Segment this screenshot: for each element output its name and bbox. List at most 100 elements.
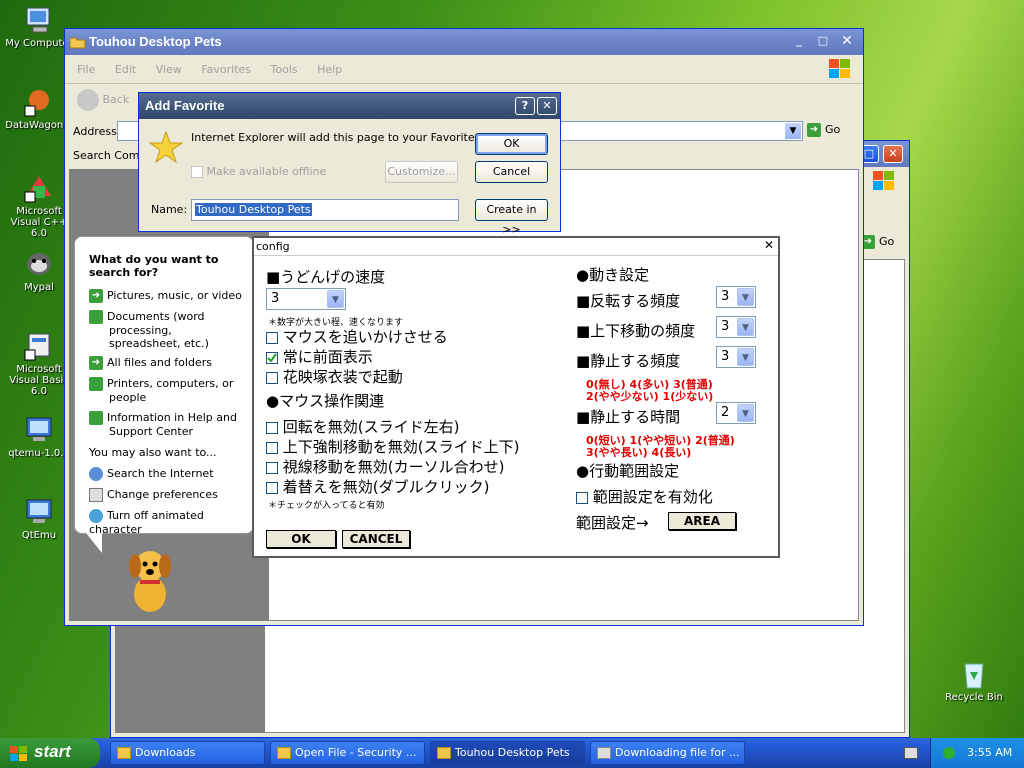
keyboard-icon[interactable]: [904, 747, 918, 759]
customize-button[interactable]: Customize...: [385, 161, 458, 183]
flip-freq-select[interactable]: 3 ▼: [716, 286, 756, 308]
clock[interactable]: 3:55 AM: [967, 746, 1012, 759]
config-window[interactable]: config ✕ ■うどんげの速度 3 ▼ ＊数字が大きい程、速くなります マウス…: [252, 236, 780, 558]
stop-time-select[interactable]: 2 ▼: [716, 402, 756, 424]
menu-favorites[interactable]: Favorites: [201, 63, 251, 76]
checkbox-icon[interactable]: [266, 461, 278, 474]
network-icon[interactable]: [941, 746, 957, 763]
back-button[interactable]: Back: [77, 89, 129, 111]
menu-help[interactable]: Help: [317, 63, 342, 76]
range-settings-heading: ●行動範囲設定: [576, 462, 680, 480]
area-button[interactable]: AREA: [668, 512, 736, 530]
menu-file[interactable]: File: [77, 63, 95, 76]
disable-dress-option[interactable]: 着替えを無効(ダブルクリック): [266, 476, 490, 497]
checkbox-icon[interactable]: [266, 371, 278, 384]
add-favorite-dialog[interactable]: Add Favorite ? ✕ Internet Explorer will …: [138, 92, 561, 236]
back-arrow-icon: [77, 89, 99, 111]
search-option-help[interactable]: ➜ Information in Help and Support Center: [82, 411, 239, 438]
start-button[interactable]: start: [0, 738, 100, 768]
checkbox-checked-icon[interactable]: [266, 351, 278, 364]
config-titlebar[interactable]: config ✕: [254, 238, 778, 256]
checkbox-icon: [191, 166, 203, 178]
visual-cpp-icon: [23, 172, 55, 204]
go-button[interactable]: ➜ Go: [807, 123, 840, 137]
explorer-title: Touhou Desktop Pets: [89, 34, 222, 49]
search-internet-link[interactable]: Search the Internet: [89, 467, 214, 481]
stop-freq-label: ■静止する頻度: [576, 352, 681, 370]
checkbox-icon[interactable]: [576, 491, 588, 504]
range-label: 範囲設定→: [576, 514, 649, 532]
search-option-printers[interactable]: ➜ Printers, computers, or people: [82, 377, 239, 404]
turn-off-character-link[interactable]: Turn off animated character: [89, 509, 253, 536]
search-option-pictures[interactable]: ➜ Pictures, music, or video: [89, 289, 242, 303]
maximize-button[interactable]: □: [813, 33, 833, 51]
my-computer-icon: [23, 4, 55, 36]
create-in-button[interactable]: Create in >>: [475, 199, 548, 236]
name-input[interactable]: Touhou Desktop Pets: [191, 199, 459, 221]
disable-rotate-option[interactable]: 回転を無効(スライド左右): [266, 416, 460, 437]
search-dog-icon[interactable]: [120, 546, 180, 617]
folder-icon: [277, 747, 291, 759]
explorer-titlebar[interactable]: Touhou Desktop Pets _ □ ✕: [65, 29, 863, 55]
chevron-down-icon[interactable]: ▼: [785, 123, 801, 139]
qtemu-icon: [23, 496, 55, 528]
disable-updown-option[interactable]: 上下強制移動を無効(スライド上下): [266, 436, 520, 457]
checkbox-icon[interactable]: [266, 441, 278, 454]
close-button[interactable]: ✕: [537, 97, 557, 115]
chevron-down-icon: ▼: [737, 404, 754, 422]
go-button[interactable]: ➜ Go: [861, 235, 894, 249]
folder-icon: [69, 35, 86, 53]
make-offline-checkbox[interactable]: Make available offline: [191, 165, 326, 178]
minimize-button[interactable]: _: [789, 33, 809, 51]
checkbox-icon[interactable]: [266, 421, 278, 434]
search-option-all-files[interactable]: ➜ All files and folders: [89, 356, 212, 370]
task-downloading[interactable]: Downloading file for ...: [590, 741, 745, 765]
menu-tools[interactable]: Tools: [271, 63, 298, 76]
search-option-documents[interactable]: ➜ Documents (word processing, spreadsheet…: [82, 310, 239, 350]
add-favorite-titlebar[interactable]: Add Favorite ? ✕: [139, 93, 560, 119]
chase-mouse-option[interactable]: マウスを追いかけさせる: [266, 326, 448, 347]
arrow-right-icon: ➜: [82, 377, 103, 391]
menu-view[interactable]: View: [156, 63, 182, 76]
task-open-file[interactable]: Open File - Security ...: [270, 741, 425, 765]
arrow-right-icon: ➜: [82, 310, 103, 324]
chevron-down-icon: ▼: [737, 318, 754, 336]
enable-range-option[interactable]: 範囲設定を有効化: [576, 486, 713, 507]
arrow-right-icon: ➜: [89, 289, 103, 303]
add-favorite-title: Add Favorite: [145, 98, 225, 113]
help-button[interactable]: ?: [515, 97, 535, 115]
folder-icon: [117, 747, 131, 759]
disable-gaze-option[interactable]: 視線移動を無効(カーソル合わせ): [266, 456, 505, 477]
flip-freq-label: ■反転する頻度: [576, 292, 681, 310]
menu-edit[interactable]: Edit: [115, 63, 136, 76]
checkbox-icon[interactable]: [266, 331, 278, 344]
change-preferences-link[interactable]: Change preferences: [89, 488, 218, 502]
desktop-icon-label: Recycle Bin: [945, 692, 1003, 703]
motion-settings-heading: ●動き設定: [576, 266, 650, 284]
download-icon: [597, 747, 611, 759]
checkbox-icon[interactable]: [266, 481, 278, 494]
close-button[interactable]: ✕: [837, 33, 857, 51]
taskbar: start Downloads Open File - Security ...…: [0, 738, 1024, 768]
close-icon[interactable]: ✕: [764, 238, 774, 252]
config-cancel-button[interactable]: CANCEL: [342, 530, 410, 548]
speed-select[interactable]: 3 ▼: [266, 288, 346, 310]
stop-freq-select[interactable]: 3 ▼: [716, 346, 756, 368]
always-front-option[interactable]: 常に前面表示: [266, 346, 373, 367]
updown-freq-select[interactable]: 3 ▼: [716, 316, 756, 338]
chevron-down-icon: ▼: [327, 290, 344, 308]
search-globe-icon: [89, 467, 103, 481]
character-icon: [89, 509, 103, 523]
folder-icon: [437, 747, 451, 759]
stop-time-label: ■静止する時間: [576, 408, 681, 426]
config-ok-button[interactable]: OK: [266, 530, 336, 548]
task-touhou-pets[interactable]: Touhou Desktop Pets: [430, 741, 585, 765]
close-button[interactable]: ✕: [883, 145, 903, 163]
task-downloads[interactable]: Downloads: [110, 741, 265, 765]
search-heading: What do you want to search for?: [89, 253, 219, 279]
udonge-speed-heading: ■うどんげの速度: [266, 268, 386, 286]
kaeidzuka-option[interactable]: 花映塚衣装で起動: [266, 366, 403, 387]
ok-button[interactable]: OK: [475, 133, 548, 155]
cancel-button[interactable]: Cancel: [475, 161, 548, 183]
desktop-icon-recycle-bin[interactable]: Recycle Bin: [937, 658, 1011, 703]
